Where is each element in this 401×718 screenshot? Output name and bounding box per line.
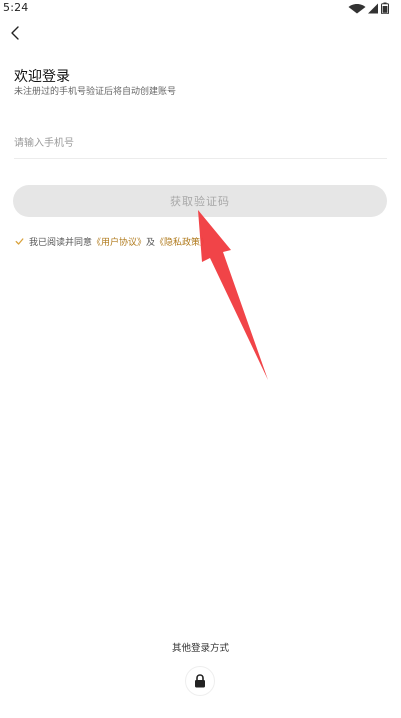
chevron-left-icon	[11, 26, 19, 40]
privacy-policy-link[interactable]: 《隐私政策》	[155, 235, 209, 248]
status-time: 5:24	[3, 1, 29, 14]
agreement-conjunction: 及	[146, 237, 156, 248]
lock-login-button[interactable]	[185, 666, 215, 696]
back-button[interactable]	[4, 22, 26, 44]
other-login-label: 其他登录方式	[171, 643, 229, 654]
agree-checkbox[interactable]	[14, 236, 24, 246]
user-agreement-link[interactable]: 《用户协议》	[92, 235, 146, 248]
battery-icon	[381, 2, 389, 14]
annotation-arrow	[198, 210, 268, 380]
get-code-button[interactable]: 获取验证码	[13, 185, 387, 217]
check-icon	[15, 237, 23, 245]
signal-icon	[368, 3, 378, 14]
lock-icon	[195, 674, 205, 688]
page-subtitle: 未注册过的手机号验证后将自动创建账号	[14, 87, 177, 97]
agreement-prefix: 我已阅读并同意	[29, 237, 93, 248]
wifi-icon	[348, 4, 366, 14]
status-bar: 5:24	[0, 0, 401, 16]
phone-field	[14, 130, 387, 159]
phone-input[interactable]	[14, 130, 387, 156]
status-icons	[348, 2, 389, 14]
page-title: 欢迎登录	[14, 69, 70, 85]
agreement-row: 我已阅读并同意 《用户协议》 及 《隐私政策》	[14, 234, 209, 248]
